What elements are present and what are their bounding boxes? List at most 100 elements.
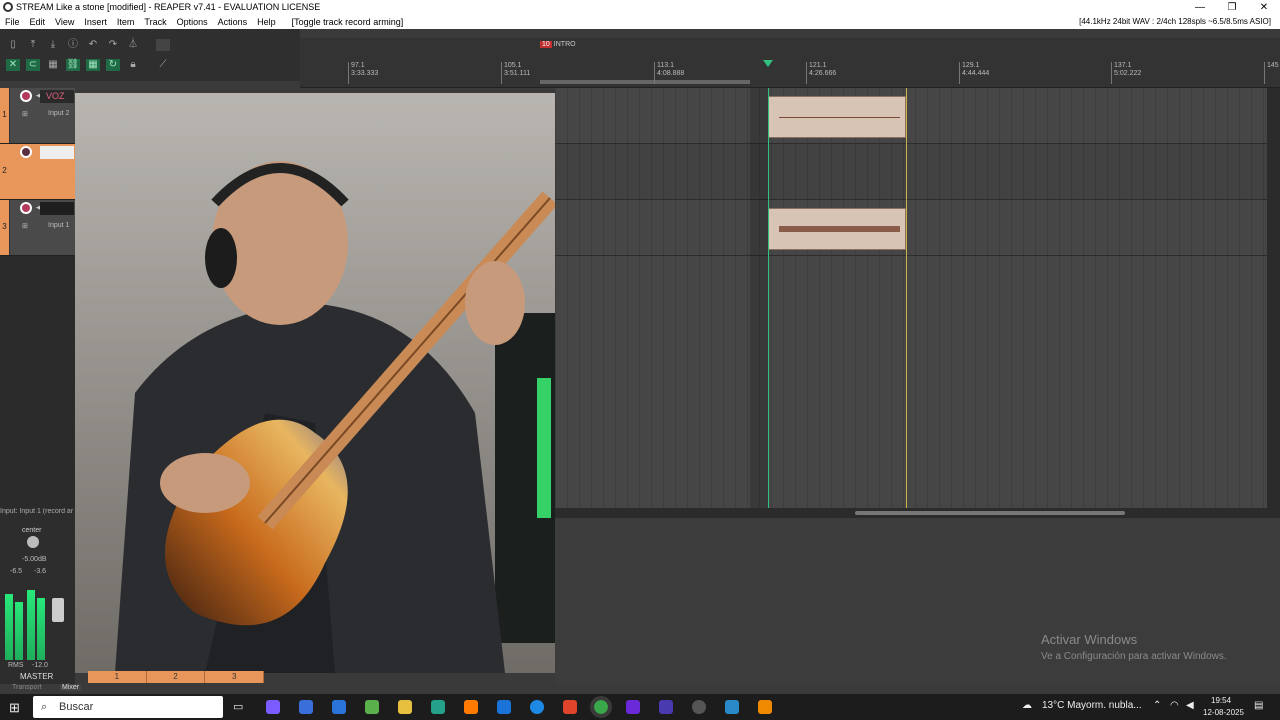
undo-icon[interactable]: ↶ (86, 39, 100, 51)
menu-view[interactable]: View (50, 17, 79, 27)
timeline-ruler[interactable]: 10 INTRO 97.1 3:33.333 105.1 3:51.111 113.1… (300, 38, 1280, 88)
lock-icon[interactable]: 🔒︎ (126, 59, 140, 71)
track-1[interactable]: 1 ◀ VOZ ⊞ Input 2 (0, 88, 75, 144)
menu-item[interactable]: Item (112, 17, 140, 27)
clock-date[interactable]: 12-08-2025 (1203, 708, 1244, 717)
minimize-button[interactable]: — (1184, 0, 1216, 15)
illustrator-icon[interactable] (464, 700, 478, 714)
app-icon[interactable] (431, 700, 445, 714)
track-control-panel: 1 ◀ VOZ ⊞ Input 2 2 3 ◀ ⊞ Input 1 (0, 88, 75, 508)
edit-cursor[interactable] (768, 88, 769, 508)
weather-text[interactable]: 13°C Mayorm. nubla... (1042, 700, 1142, 711)
track-number: 2 (0, 144, 9, 199)
track-input[interactable]: Input 1 (48, 222, 69, 229)
track-input[interactable]: Input 2 (48, 110, 69, 117)
time-selection[interactable] (540, 80, 750, 84)
taskbar-search[interactable]: ⌕ Buscar (33, 696, 223, 718)
track-lane[interactable] (555, 144, 1267, 200)
vertical-scrollbar[interactable] (1267, 88, 1280, 508)
chrome-icon[interactable] (590, 696, 612, 718)
obs-icon[interactable] (692, 700, 706, 714)
chevron-up-icon[interactable]: ⌃ (1153, 700, 1161, 711)
toolbar-blank-icon[interactable] (156, 39, 170, 51)
media-item[interactable] (768, 96, 906, 138)
track-lane[interactable] (555, 88, 1267, 144)
mixer-tab[interactable]: Mixer (60, 684, 82, 691)
io-icon[interactable]: ⊞ (22, 110, 28, 118)
envelope-icon[interactable]: ⟋ (156, 59, 170, 71)
brave-icon[interactable] (563, 700, 577, 714)
snap-icon[interactable]: ⊂ (26, 59, 40, 71)
metronome-icon[interactable]: ⏃ (126, 39, 140, 51)
audio-status[interactable]: [44.1kHz 24bit WAV : 2/4ch 128spls ~6.5/… (1074, 17, 1276, 26)
volume-icon[interactable]: ◀ (1186, 700, 1194, 711)
maximize-button[interactable]: ❐ (1216, 0, 1248, 15)
vlc-icon[interactable] (758, 700, 772, 714)
new-project-icon[interactable]: ▯ (6, 39, 20, 51)
empty-tcp-area[interactable] (0, 256, 75, 508)
menu-track[interactable]: Track (139, 17, 171, 27)
item-grouping-icon[interactable]: ⛓ (66, 59, 80, 71)
app-icon[interactable] (725, 700, 739, 714)
region-number: 10 (540, 41, 552, 48)
notification-icon[interactable]: ▤ (1254, 700, 1263, 711)
photoshop-icon[interactable] (332, 700, 346, 714)
track-2[interactable]: 2 (0, 144, 75, 200)
time-selection-shade (750, 88, 768, 508)
record-arm-button[interactable] (20, 146, 32, 158)
scroll-thumb[interactable] (855, 511, 1125, 515)
open-project-icon[interactable]: ⤒ (26, 39, 40, 51)
marker-tab[interactable]: 3 (205, 671, 265, 683)
auto-crossfade-icon[interactable]: ↻ (106, 59, 120, 71)
app-icon[interactable] (659, 700, 673, 714)
save-project-icon[interactable]: ⤓ (46, 39, 60, 51)
clock-time[interactable]: 19:54 (1211, 696, 1231, 705)
edge-icon[interactable] (530, 700, 544, 714)
marker-tab[interactable]: 1 (88, 671, 147, 683)
media-item[interactable] (768, 208, 906, 250)
transport-tab[interactable]: Transport (12, 684, 42, 691)
file-explorer-icon[interactable] (398, 700, 412, 714)
menu-help[interactable]: Help (252, 17, 281, 27)
app-icon[interactable] (365, 700, 379, 714)
pan-knob[interactable] (27, 536, 39, 548)
record-arm-button[interactable] (20, 202, 32, 214)
region-marker[interactable]: 10 INTRO (540, 41, 576, 51)
play-cursor (906, 88, 907, 508)
menu-insert[interactable]: Insert (79, 17, 112, 27)
ruler-tick: 129.1 4:44.444 (959, 62, 989, 84)
task-view-icon[interactable]: ▭ (233, 700, 247, 714)
arrange-view[interactable] (555, 88, 1267, 508)
grid-icon[interactable]: ▦ (86, 59, 100, 71)
edit-cursor-icon[interactable] (763, 60, 773, 67)
ripple-icon[interactable]: ▦ (46, 59, 60, 71)
io-icon[interactable]: ⊞ (22, 222, 28, 230)
title-bar: STREAM Like a stone [modified] - REAPER … (0, 0, 1280, 15)
redo-icon[interactable]: ↷ (106, 39, 120, 51)
horizontal-scrollbar[interactable] (555, 508, 1280, 518)
close-button[interactable]: ✕ (1248, 0, 1280, 15)
copilot-icon[interactable] (266, 700, 280, 714)
track-3[interactable]: 3 ◀ ⊞ Input 1 (0, 200, 75, 256)
menu-file[interactable]: File (0, 17, 25, 27)
menu-edit[interactable]: Edit (25, 17, 51, 27)
weather-icon[interactable]: ☁ (1022, 700, 1032, 711)
app-icon[interactable] (299, 700, 313, 714)
menu-options[interactable]: Options (172, 17, 213, 27)
ruler-tick: 97.1 3:33.333 (348, 62, 378, 84)
outlook-icon[interactable] (497, 700, 511, 714)
app-icon[interactable] (626, 700, 640, 714)
wifi-icon[interactable]: ◠ (1170, 700, 1179, 711)
ruler-tick: 105.1 3:51.111 (501, 62, 530, 84)
menu-actions[interactable]: Actions (213, 17, 253, 27)
start-menu-icon[interactable]: ⊞ (9, 700, 20, 716)
track-name[interactable] (40, 146, 74, 159)
project-settings-icon[interactable]: ⓘ (66, 39, 80, 51)
record-arm-button[interactable] (20, 90, 32, 102)
marker-tab[interactable]: 2 (146, 671, 206, 683)
grid-toggle-icon[interactable]: ✕ (6, 59, 20, 71)
track-name[interactable]: VOZ (40, 90, 74, 103)
volume-fader[interactable] (52, 598, 64, 622)
track-lane[interactable] (555, 200, 1267, 256)
track-name[interactable] (40, 202, 74, 215)
